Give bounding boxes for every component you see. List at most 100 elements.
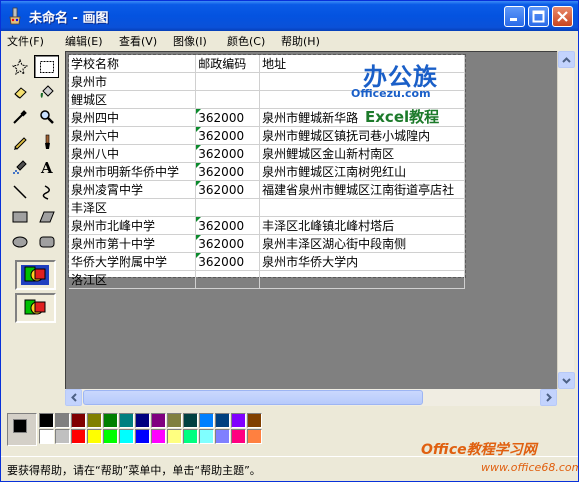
current-color-indicator[interactable] bbox=[7, 413, 37, 446]
free-form-select-tool[interactable] bbox=[7, 55, 32, 78]
text-tool[interactable]: A bbox=[34, 155, 59, 178]
menu-colors[interactable]: 颜色(C) bbox=[227, 33, 265, 49]
scroll-down-button[interactable] bbox=[558, 372, 575, 389]
color-swatch[interactable] bbox=[135, 413, 150, 428]
color-swatch[interactable] bbox=[39, 413, 54, 428]
cell-address: 丰泽区北峰镇北峰村塔后 bbox=[259, 216, 465, 235]
fill-tool[interactable] bbox=[34, 80, 59, 103]
curve-tool[interactable] bbox=[34, 180, 59, 203]
color-swatch[interactable] bbox=[87, 429, 102, 444]
color-swatch[interactable] bbox=[135, 429, 150, 444]
color-swatch[interactable] bbox=[103, 413, 118, 428]
eraser-icon bbox=[13, 86, 27, 99]
curve-icon bbox=[42, 184, 50, 200]
number-as-text-indicator bbox=[196, 217, 202, 222]
table-row: 丰泽区 bbox=[69, 198, 465, 217]
rounded-rectangle-tool[interactable] bbox=[34, 230, 59, 253]
paint-app-icon[interactable] bbox=[7, 7, 23, 25]
ellipse-tool[interactable] bbox=[7, 230, 32, 253]
fill-icon bbox=[40, 84, 54, 98]
color-swatch[interactable] bbox=[87, 413, 102, 428]
color-swatch[interactable] bbox=[215, 429, 230, 444]
menu-edit[interactable]: 编辑(E) bbox=[65, 33, 103, 49]
minimize-icon bbox=[510, 18, 517, 21]
cell-zip-code bbox=[195, 198, 261, 217]
title-bar[interactable]: 未命名 - 画图 bbox=[1, 1, 578, 31]
watermark-url: www.office68.com bbox=[481, 461, 579, 474]
number-as-text-indicator bbox=[196, 235, 202, 240]
pencil-tool[interactable] bbox=[7, 130, 32, 153]
scroll-left-button[interactable] bbox=[65, 389, 82, 406]
color-swatch[interactable] bbox=[151, 413, 166, 428]
color-swatch[interactable] bbox=[119, 413, 134, 428]
cell-address: 泉州市鲤城区江南树兜红山 bbox=[259, 162, 465, 181]
color-swatch[interactable] bbox=[199, 413, 214, 428]
menu-file[interactable]: 文件(F) bbox=[7, 33, 44, 49]
magnifier-icon bbox=[39, 109, 54, 124]
close-button[interactable] bbox=[552, 6, 573, 27]
rectangle-tool[interactable] bbox=[7, 205, 32, 228]
logo-site-text: Officezu.com bbox=[351, 87, 431, 100]
color-swatch[interactable] bbox=[39, 429, 54, 444]
color-swatch[interactable] bbox=[55, 413, 70, 428]
transparent-option-icon bbox=[24, 299, 46, 315]
zip-code-text: 邮政编码 bbox=[198, 57, 247, 71]
cell-zip-code bbox=[195, 270, 261, 289]
cell-address bbox=[259, 198, 465, 217]
vertical-scrollbar[interactable] bbox=[557, 51, 575, 389]
color-swatch[interactable] bbox=[247, 429, 262, 444]
cell-school-name: 华侨大学附属中学 bbox=[69, 252, 197, 271]
cell-zip-code: 362000 bbox=[195, 144, 261, 163]
minimize-button[interactable] bbox=[504, 6, 525, 27]
cell-school-name: 鲤城区 bbox=[69, 90, 197, 109]
zip-code-text: 362000 bbox=[198, 146, 245, 161]
ellipse-icon bbox=[12, 236, 27, 247]
color-swatch[interactable] bbox=[167, 429, 182, 444]
cell-school-name: 泉州四中 bbox=[69, 108, 197, 127]
color-swatch[interactable] bbox=[103, 429, 118, 444]
table-row: 泉州八中 362000 泉州鲤城区金山新村南区 bbox=[69, 144, 465, 163]
table-row: 洛江区 bbox=[69, 270, 465, 289]
opaque-option-box[interactable] bbox=[15, 260, 56, 290]
select-tool[interactable] bbox=[34, 55, 59, 78]
number-as-text-indicator bbox=[196, 145, 202, 150]
scroll-up-button[interactable] bbox=[558, 51, 575, 68]
color-swatch[interactable] bbox=[215, 413, 230, 428]
color-swatch[interactable] bbox=[151, 429, 166, 444]
color-swatch[interactable] bbox=[183, 429, 198, 444]
polygon-tool[interactable] bbox=[34, 205, 59, 228]
color-swatch[interactable] bbox=[231, 429, 246, 444]
image-canvas[interactable]: 学校名称 邮政编码 地址 泉州市 鲤城区 泉州四中 362000 泉州市鲤城新华路 泉州六中 36… bbox=[68, 54, 466, 289]
color-swatch[interactable] bbox=[71, 413, 86, 428]
cell-zip-code: 邮政编码 bbox=[195, 55, 261, 73]
transparent-option-box[interactable] bbox=[15, 293, 56, 323]
line-tool[interactable] bbox=[7, 180, 32, 203]
color-swatch[interactable] bbox=[199, 429, 214, 444]
maximize-button[interactable] bbox=[528, 6, 549, 27]
color-swatch[interactable] bbox=[167, 413, 182, 428]
chevron-left-icon bbox=[70, 393, 77, 402]
brush-tool[interactable] bbox=[34, 130, 59, 153]
pick-color-tool[interactable] bbox=[7, 105, 32, 128]
menu-image[interactable]: 图像(I) bbox=[173, 33, 207, 49]
zip-code-text: 362000 bbox=[198, 182, 245, 197]
canvas-area[interactable]: 学校名称 邮政编码 地址 泉州市 鲤城区 泉州四中 362000 泉州市鲤城新华路 泉州六中 36… bbox=[65, 51, 557, 389]
color-swatch[interactable] bbox=[183, 413, 198, 428]
cell-school-name: 学校名称 bbox=[69, 55, 197, 73]
scroll-right-button[interactable] bbox=[540, 389, 557, 406]
eraser-tool[interactable] bbox=[7, 80, 32, 103]
magnifier-tool[interactable] bbox=[34, 105, 59, 128]
number-as-text-indicator bbox=[196, 163, 202, 168]
color-swatch[interactable] bbox=[55, 429, 70, 444]
color-swatch[interactable] bbox=[247, 413, 262, 428]
color-swatch[interactable] bbox=[119, 429, 134, 444]
menu-view[interactable]: 查看(V) bbox=[119, 33, 157, 49]
horizontal-scrollbar[interactable] bbox=[65, 389, 557, 406]
color-swatch[interactable] bbox=[231, 413, 246, 428]
chevron-down-icon bbox=[562, 377, 571, 384]
horizontal-scroll-thumb[interactable] bbox=[83, 390, 423, 405]
menu-help[interactable]: 帮助(H) bbox=[281, 33, 320, 49]
color-swatch[interactable] bbox=[71, 429, 86, 444]
airbrush-tool[interactable] bbox=[7, 155, 32, 178]
cell-school-name: 泉州凌霄中学 bbox=[69, 180, 197, 199]
